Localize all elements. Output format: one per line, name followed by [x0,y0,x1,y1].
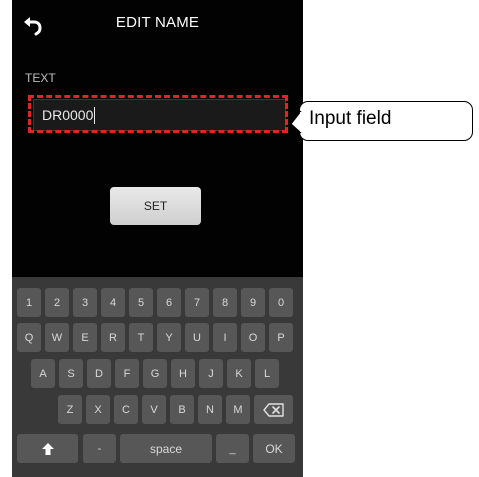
dash-key[interactable]: - [83,434,116,463]
key-3[interactable]: 3 [73,288,97,317]
key-b[interactable]: B [170,395,194,424]
key-c[interactable]: C [114,395,138,424]
key-l[interactable]: L [255,359,279,388]
backspace-icon [262,402,284,417]
keyboard-row-asdf: A S D F G H J K L [12,359,303,389]
text-caret [94,106,96,124]
keyboard-row-numbers: 1 2 3 4 5 6 7 8 9 0 [12,288,303,318]
key-f[interactable]: F [115,359,139,388]
key-7[interactable]: 7 [185,288,209,317]
key-y[interactable]: Y [157,323,181,352]
key-o[interactable]: O [241,323,265,352]
keyboard-row-qwerty: Q W E R T Y U I O P [12,323,303,353]
input-value: DR0000 [42,107,94,123]
key-1[interactable]: 1 [17,288,41,317]
page-title: EDIT NAME [115,14,200,31]
key-5[interactable]: 5 [129,288,153,317]
key-2[interactable]: 2 [45,288,69,317]
key-w[interactable]: W [45,323,69,352]
key-t[interactable]: T [129,323,153,352]
key-i[interactable]: I [213,323,237,352]
key-q[interactable]: Q [17,323,41,352]
callout-label: Input field [309,108,392,129]
key-0[interactable]: 0 [269,288,293,317]
on-screen-keyboard: 1 2 3 4 5 6 7 8 9 0 Q W E R T Y U I O P … [12,277,303,477]
key-x[interactable]: X [86,395,110,424]
header: EDIT NAME [12,0,303,50]
keyboard-row-zxcv: Z X C V B N M [12,395,303,425]
underscore-key[interactable]: _ [216,434,249,463]
key-v[interactable]: V [142,395,166,424]
set-button[interactable]: SET [110,187,201,225]
key-d[interactable]: D [87,359,111,388]
key-z[interactable]: Z [58,395,82,424]
phone-screen: EDIT NAME TEXT DR0000 SET 1 2 3 4 5 6 7 … [12,0,303,477]
key-p[interactable]: P [269,323,293,352]
callout-pointer [290,110,304,134]
key-k[interactable]: K [227,359,251,388]
key-e[interactable]: E [73,323,97,352]
key-g[interactable]: G [143,359,167,388]
space-key[interactable]: space [120,434,212,463]
key-j[interactable]: J [199,359,223,388]
key-9[interactable]: 9 [241,288,265,317]
key-s[interactable]: S [59,359,83,388]
key-m[interactable]: M [226,395,250,424]
key-r[interactable]: R [101,323,125,352]
ok-key[interactable]: OK [253,434,295,463]
key-a[interactable]: A [31,359,55,388]
key-u[interactable]: U [185,323,209,352]
text-label: TEXT [25,71,56,85]
backspace-key[interactable] [254,395,293,424]
page: EDIT NAME TEXT DR0000 SET 1 2 3 4 5 6 7 … [0,0,479,477]
key-8[interactable]: 8 [213,288,237,317]
key-h[interactable]: H [171,359,195,388]
key-4[interactable]: 4 [101,288,125,317]
name-input[interactable]: DR0000 [33,99,286,131]
shift-up-arrow-icon [41,442,54,455]
shift-key[interactable] [17,434,78,463]
key-6[interactable]: 6 [157,288,181,317]
key-n[interactable]: N [198,395,222,424]
keyboard-row-bottom: - space _ OK [12,434,303,464]
